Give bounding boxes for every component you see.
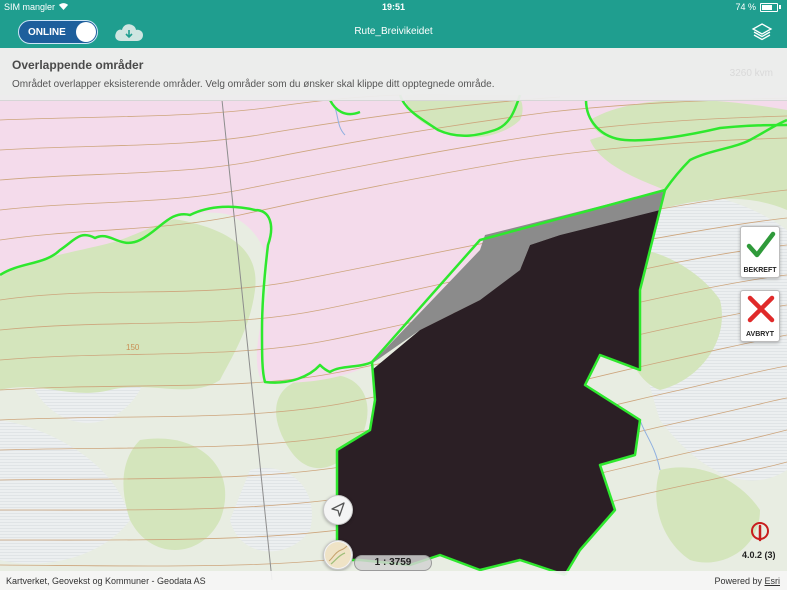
contour-label: 150	[126, 343, 140, 352]
attribution-text: Kartverket, Geovekst og Kommuner - Geoda…	[6, 576, 206, 586]
confirm-button[interactable]: BEKREFT	[740, 226, 780, 278]
overlap-banner: Overlappende områder Området overlapper …	[0, 48, 787, 101]
status-bar: SIM mangler 19:51 74 %	[0, 0, 787, 15]
app-version: 4.0.2 (3)	[742, 550, 776, 560]
banner-message: Området overlapper eksisterende områder.…	[12, 79, 495, 90]
battery-percent: 74 %	[735, 2, 756, 12]
layers-icon[interactable]	[751, 22, 773, 42]
battery-icon	[760, 2, 778, 12]
map-footer: Kartverket, Geovekst og Kommuner - Geoda…	[0, 571, 787, 590]
locate-button[interactable]	[323, 495, 353, 525]
gps-status-icon[interactable]	[749, 520, 771, 544]
basemap-button[interactable]	[323, 540, 353, 570]
map-title: Rute_Breivikeidet	[354, 26, 433, 37]
cancel-label: AVBRYT	[746, 331, 774, 338]
status-right: 74 %	[735, 2, 781, 12]
close-icon	[747, 295, 775, 323]
esri-link[interactable]: Esri	[765, 576, 781, 586]
cancel-button[interactable]: AVBRYT	[740, 290, 780, 342]
scale-indicator: 1 : 3759	[354, 555, 432, 571]
banner-title: Overlappende områder	[12, 58, 144, 72]
map-thumbnail-icon	[325, 542, 351, 568]
nav-bar: ONLINE Rute_Breivikeidet	[0, 15, 787, 48]
area-readout: 3260 kvm	[729, 68, 773, 79]
status-time: 19:51	[381, 2, 406, 12]
checkmark-icon	[746, 231, 776, 258]
powered-by: Powered by Esri	[714, 576, 780, 586]
confirm-label: BEKREFT	[743, 267, 777, 274]
navigation-arrow-icon	[331, 502, 345, 517]
